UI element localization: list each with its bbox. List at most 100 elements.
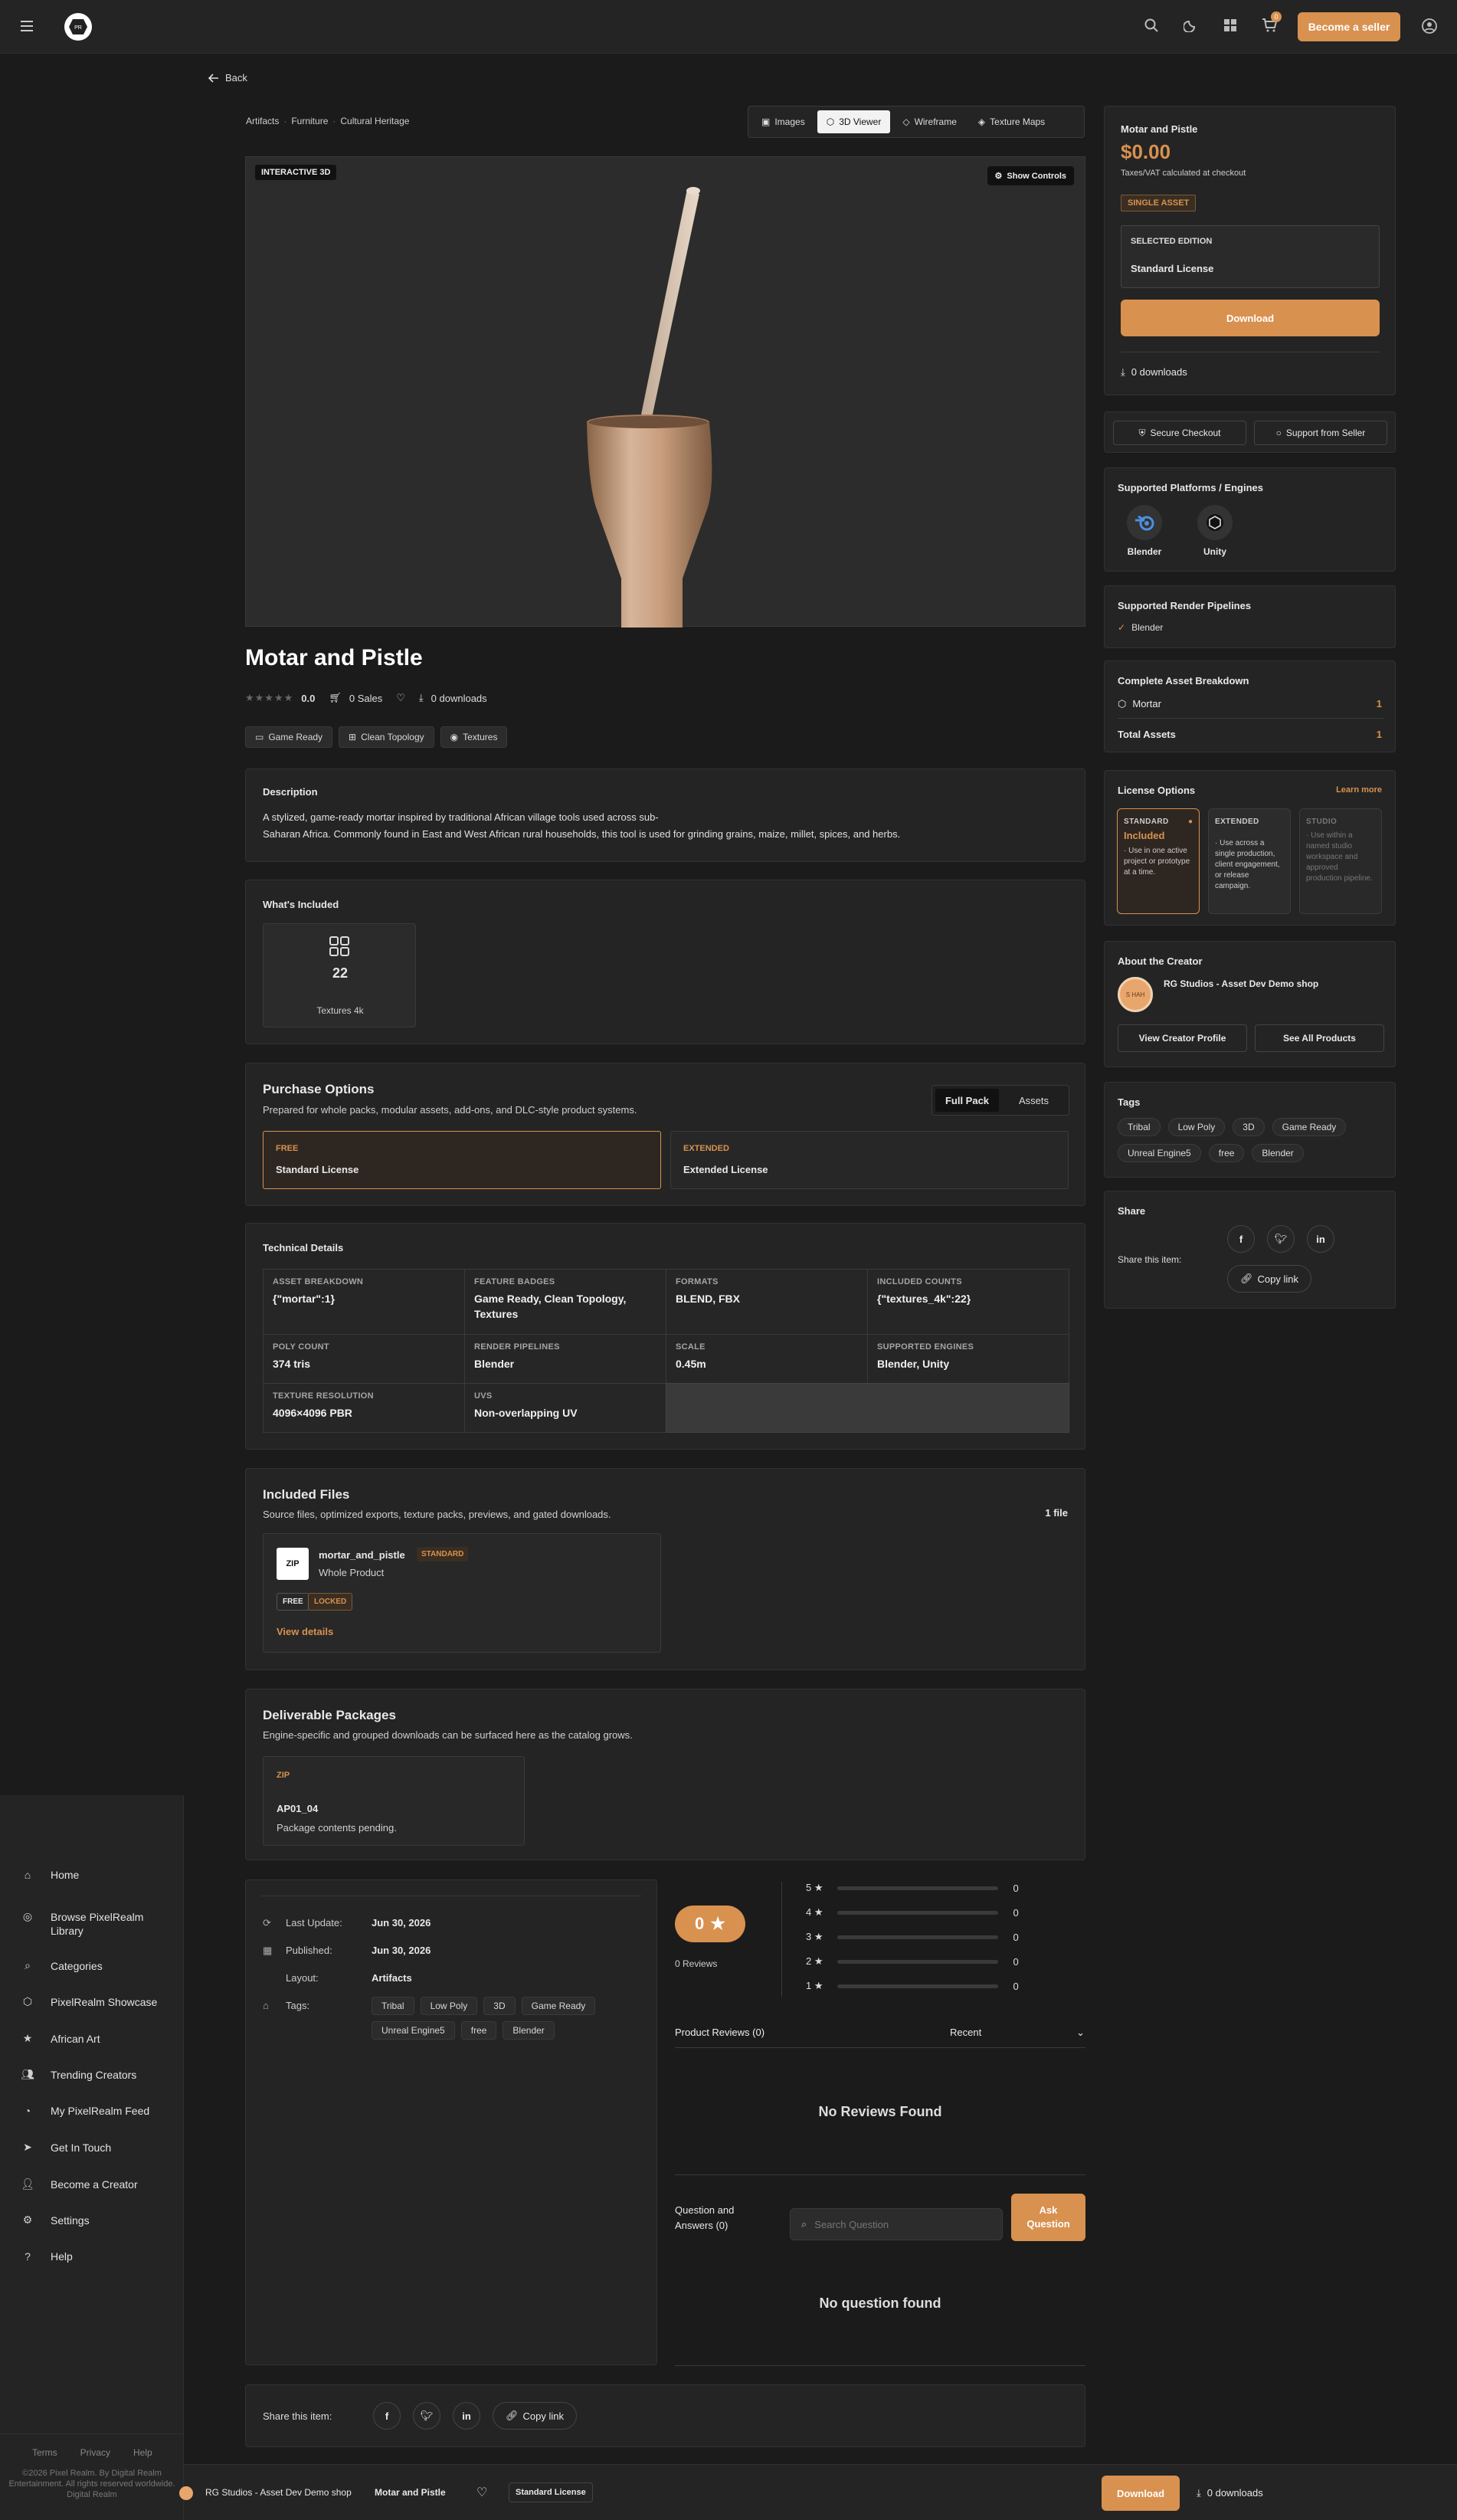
sidebar-item-home[interactable]: ⌂ Home — [21, 1869, 80, 1881]
search-question-input[interactable] — [814, 2218, 968, 2230]
bottom-shop-name[interactable]: RG Studios - Asset Dev Demo shop — [205, 2487, 352, 2498]
tab-texture-maps[interactable]: ◈ Texture Maps — [969, 110, 1054, 133]
breadcrumb-item[interactable]: Furniture — [291, 116, 328, 126]
tag-pill[interactable]: Blender — [1252, 1144, 1304, 1162]
sidebar-item-settings[interactable]: ⚙ Settings — [21, 2214, 90, 2227]
assets-toggle[interactable]: Assets — [1002, 1089, 1066, 1112]
edition-selector[interactable]: SELECTED EDITION Standard License — [1121, 225, 1380, 288]
view-creator-profile-button[interactable]: View Creator Profile — [1118, 1024, 1247, 1052]
tag-pill[interactable]: Unreal Engine5 — [1118, 1144, 1201, 1162]
tag-chip[interactable]: 3D — [483, 1997, 516, 2015]
license-extended[interactable]: EXTENDED · Use across a single productio… — [1208, 808, 1291, 914]
license-title: STANDARD — [1124, 818, 1169, 826]
tag-chip[interactable]: Unreal Engine5 — [372, 2021, 455, 2040]
download-count: 0 downloads — [1131, 366, 1187, 378]
ask-question-button[interactable]: Ask Question — [1011, 2194, 1085, 2241]
user-icon[interactable] — [1422, 18, 1437, 34]
sidebar-item-showcase[interactable]: ⬡ PixelRealm Showcase — [21, 1995, 157, 2008]
twitter-button[interactable]: 🐦︎ — [1267, 1225, 1295, 1253]
tag-pill[interactable]: free — [1208, 1144, 1245, 1162]
support-seller-button[interactable]: ○ Support from Seller — [1254, 421, 1387, 445]
download-icon: ⤓ — [1121, 366, 1125, 378]
tag-chip[interactable]: Tribal — [372, 1997, 414, 2015]
tag-chip[interactable]: free — [460, 2021, 497, 2040]
secure-checkout-button[interactable]: ⛨ Secure Checkout — [1113, 421, 1246, 445]
learn-more-link[interactable]: Learn more — [1336, 785, 1382, 795]
view-details-link[interactable]: View details — [277, 1626, 333, 1637]
avatar[interactable]: S HAH — [1118, 977, 1153, 1012]
sidebar-item-contact[interactable]: ➤ Get In Touch — [21, 2141, 111, 2154]
tag-chip[interactable]: Game Ready — [521, 1997, 596, 2015]
tag-pill[interactable]: 3D — [1233, 1118, 1265, 1136]
heart-icon[interactable]: ♡ — [476, 2485, 487, 2500]
logo[interactable]: PR — [64, 13, 92, 41]
moon-icon[interactable] — [1184, 18, 1197, 32]
link-icon: 🔗︎ — [1240, 1273, 1253, 1284]
become-seller-button[interactable]: Become a seller — [1298, 12, 1400, 41]
extended-license-option[interactable]: EXTENDED Extended License — [670, 1131, 1069, 1189]
package-name: AP01_04 — [277, 1803, 319, 1814]
pipeline-label: Blender — [1131, 622, 1164, 633]
tag-pill[interactable]: Game Ready — [1272, 1118, 1347, 1136]
heart-icon[interactable]: ♡ — [396, 692, 405, 704]
file-license-badge: STANDARD — [417, 1547, 469, 1561]
tab-images[interactable]: ▣ Images — [752, 110, 814, 133]
rating-row: 2 ★ 0 — [806, 1955, 1019, 1968]
linkedin-button[interactable]: in — [453, 2402, 480, 2430]
sidebar-item-african-art[interactable]: ★ African Art — [21, 2032, 100, 2045]
file-card: ZIP mortar_and_pistle STANDARD Whole Pro… — [263, 1533, 661, 1653]
license-standard[interactable]: STANDARD ● Included · Use in one active … — [1117, 808, 1200, 914]
blender-icon — [1127, 505, 1162, 540]
breadcrumb-item[interactable]: Cultural Heritage — [340, 116, 409, 126]
tech-value: 4096×4096 PBR — [273, 1407, 352, 1419]
sidebar-item-trending[interactable]: 👥︎ Trending Creators — [21, 2068, 136, 2081]
breadcrumb-item[interactable]: Artifacts — [246, 116, 279, 126]
3d-viewer-canvas[interactable]: INTERACTIVE 3D ⚙ Show Controls — [245, 156, 1085, 628]
privacy-link[interactable]: Privacy — [80, 2447, 110, 2458]
tags-label: Tags: — [286, 2000, 310, 2011]
see-all-products-button[interactable]: See All Products — [1255, 1024, 1384, 1052]
license-studio[interactable]: STUDIO · Use within a named studio works… — [1299, 808, 1382, 914]
download-button[interactable]: Download — [1121, 300, 1380, 336]
pipelines-heading: Supported Render Pipelines — [1118, 600, 1252, 611]
tab-wireframe[interactable]: ◇ Wireframe — [893, 110, 966, 133]
rating-bar — [837, 1886, 998, 1890]
tag-chip[interactable]: Blender — [503, 2021, 555, 2040]
copy-link-button[interactable]: 🔗︎ Copy link — [493, 2402, 577, 2430]
search-icon[interactable] — [1144, 18, 1158, 32]
sidebar-item-become-creator[interactable]: 👤︎ Become a Creator — [21, 2178, 138, 2191]
sidebar-item-help[interactable]: ? Help — [21, 2250, 73, 2263]
user-plus-icon: 👤︎ — [21, 2178, 34, 2190]
download-icon: ⤓ — [418, 692, 424, 703]
bottom-download-button[interactable]: Download — [1102, 2476, 1180, 2511]
file-type: Whole Product — [319, 1567, 385, 1578]
platform-label: Blender — [1127, 546, 1162, 557]
tab-3d-viewer[interactable]: ⬡ 3D Viewer — [817, 110, 891, 133]
free-license-option[interactable]: FREE Standard License — [263, 1131, 661, 1189]
sidebar-item-browse[interactable]: ◎ Browse PixelRealm Library — [21, 1910, 158, 1938]
license-title: STUDIO — [1306, 818, 1337, 826]
tags-card: Tags Tribal Low Poly 3D Game Ready Unrea… — [1104, 1082, 1396, 1178]
terms-link[interactable]: Terms — [32, 2447, 57, 2458]
facebook-button[interactable]: f — [1227, 1225, 1255, 1253]
tag-pill[interactable]: Tribal — [1118, 1118, 1161, 1136]
show-controls-button[interactable]: ⚙ Show Controls — [987, 166, 1074, 185]
full-pack-toggle[interactable]: Full Pack — [935, 1089, 999, 1112]
facebook-button[interactable]: f — [373, 2402, 401, 2430]
sidebar-item-categories[interactable]: ⌕ Categories — [21, 1959, 103, 1972]
copy-link-button[interactable]: 🔗︎ Copy link — [1227, 1265, 1311, 1293]
twitter-button[interactable]: 🐦︎ — [413, 2402, 440, 2430]
back-link[interactable]: Back — [208, 72, 247, 84]
menu-icon[interactable] — [20, 20, 34, 32]
search-question-field[interactable]: ⌕ — [790, 2208, 1003, 2240]
dashboard-icon[interactable] — [1223, 18, 1237, 32]
tech-value: {"textures_4k":22} — [877, 1293, 971, 1305]
review-sort-select[interactable]: Recent ⌄ — [950, 2027, 1085, 2039]
linkedin-button[interactable]: in — [1307, 1225, 1334, 1253]
help-link[interactable]: Help — [133, 2447, 152, 2458]
creator-name[interactable]: RG Studios - Asset Dev Demo shop — [1164, 978, 1318, 989]
tag-pill[interactable]: Low Poly — [1167, 1118, 1226, 1136]
sidebar-item-feed[interactable]: ◔ My PixelRealm Feed — [21, 2105, 149, 2117]
share-card: Share Share this item: f 🐦︎ in 🔗︎ Copy li… — [1104, 1191, 1396, 1309]
tag-chip[interactable]: Low Poly — [420, 1997, 478, 2015]
